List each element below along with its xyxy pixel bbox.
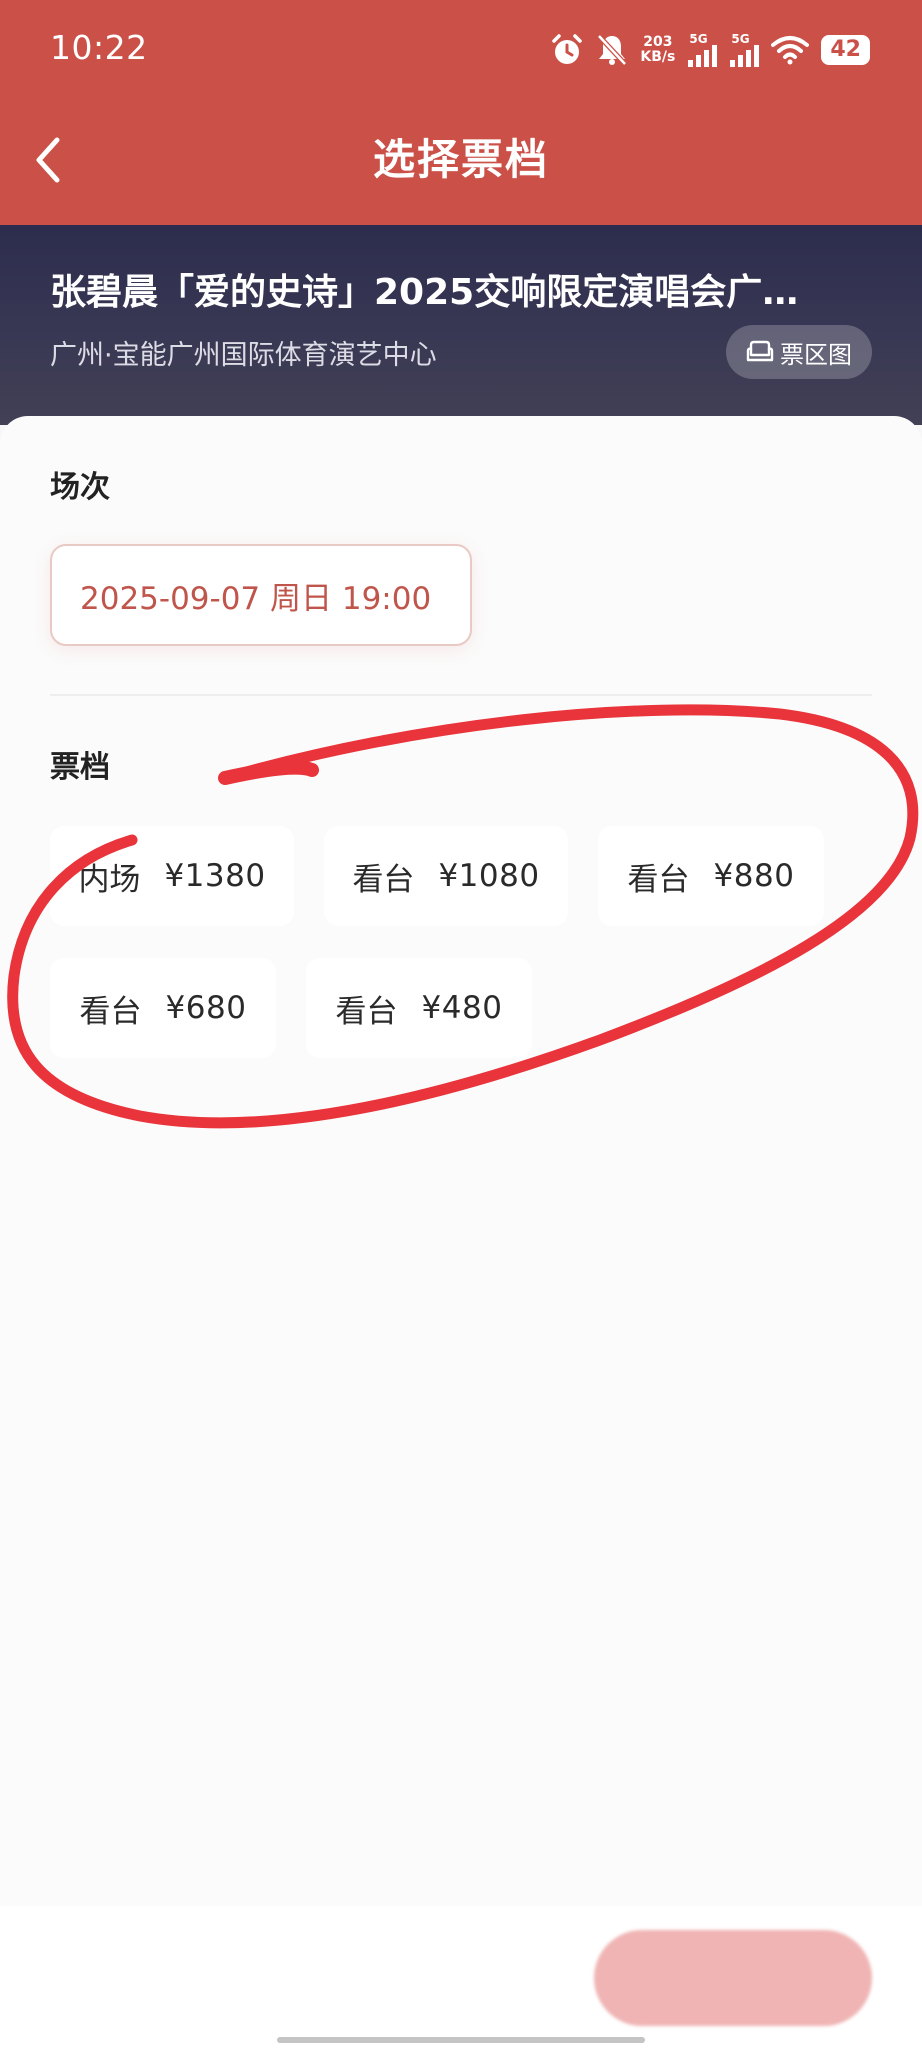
session-section-label: 场次 bbox=[50, 470, 110, 505]
seat-map-label: 票区图 bbox=[780, 340, 852, 369]
tier-option[interactable]: 内场 ¥1380 bbox=[50, 826, 294, 926]
session-option-selected[interactable]: 2025-09-07 周日 19:00 bbox=[50, 544, 472, 646]
tier-price: ¥1380 bbox=[164, 858, 266, 894]
tier-option[interactable]: 看台 ¥480 bbox=[306, 958, 532, 1058]
signal-5g-1: 5G bbox=[687, 32, 718, 67]
event-banner: 张碧晨「爱的史诗」2025交响限定演唱会广… 广州·宝能广州国际体育演艺中心 票… bbox=[0, 225, 922, 425]
seat-map-button[interactable]: 票区图 bbox=[726, 325, 872, 379]
divider bbox=[50, 694, 872, 696]
tier-area: 内场 bbox=[78, 861, 141, 898]
network-speed: 203 KB/s bbox=[640, 35, 675, 65]
tier-price: ¥680 bbox=[165, 990, 247, 1026]
alarm-clock-icon bbox=[550, 33, 584, 67]
tier-price: ¥880 bbox=[713, 858, 795, 894]
tier-area: 看台 bbox=[627, 861, 690, 898]
bottom-action-bar bbox=[0, 1906, 922, 2048]
tier-area: 看台 bbox=[79, 993, 142, 1030]
tier-area: 看台 bbox=[352, 861, 415, 898]
tier-price: ¥1080 bbox=[438, 858, 540, 894]
status-icons: 203 KB/s 5G 5G 42 bbox=[550, 28, 870, 72]
signal-5g-2: 5G bbox=[729, 32, 760, 67]
tier-price: ¥480 bbox=[421, 990, 503, 1026]
ticket-selection-page: 10:22 203 KB/s 5G 5G 42 选择票档 张碧晨「爱的史诗」20… bbox=[0, 0, 922, 2048]
tier-section-label: 票档 bbox=[50, 750, 110, 785]
status-time: 10:22 bbox=[50, 28, 148, 67]
tier-option[interactable]: 看台 ¥1080 bbox=[324, 826, 568, 926]
confirm-button[interactable] bbox=[594, 1930, 872, 2026]
wifi-icon bbox=[771, 35, 810, 65]
tier-option[interactable]: 看台 ¥880 bbox=[598, 826, 824, 926]
tier-option[interactable]: 看台 ¥680 bbox=[50, 958, 276, 1058]
sofa-icon bbox=[746, 340, 774, 362]
signal-bars-icon bbox=[688, 45, 718, 67]
home-indicator[interactable] bbox=[277, 2037, 645, 2043]
page-title: 选择票档 bbox=[372, 135, 549, 184]
tier-area: 看台 bbox=[335, 993, 398, 1030]
net-speed-value: 203 bbox=[643, 34, 673, 50]
signal-bars-icon bbox=[730, 45, 760, 67]
event-title: 张碧晨「爱的史诗」2025交响限定演唱会广… bbox=[50, 272, 799, 313]
event-venue: 广州·宝能广州国际体育演艺中心 bbox=[50, 340, 437, 371]
header-bar: 10:22 203 KB/s 5G 5G 42 选择票档 bbox=[0, 0, 922, 225]
net-speed-unit: KB/s bbox=[640, 49, 676, 65]
bell-muted-icon bbox=[596, 33, 628, 67]
signal-type: 5G bbox=[731, 32, 750, 46]
signal-type: 5G bbox=[689, 32, 708, 46]
battery-level: 42 bbox=[821, 35, 870, 65]
selection-card: 场次 2025-09-07 周日 19:00 票档 内场 ¥1380 看台 ¥1… bbox=[0, 416, 922, 1906]
